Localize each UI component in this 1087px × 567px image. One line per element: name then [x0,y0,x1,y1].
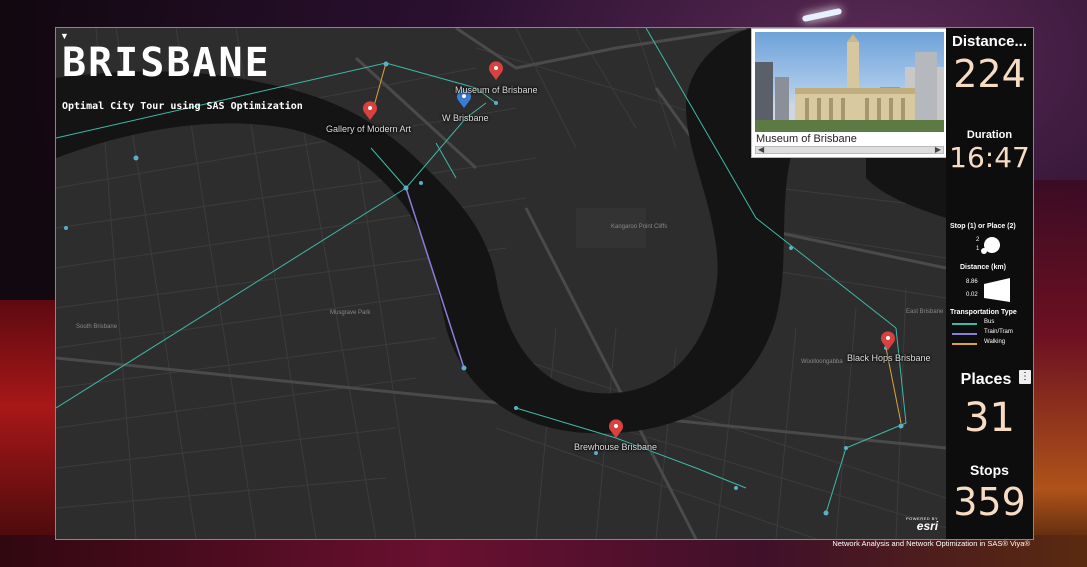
background-street-light [801,7,843,23]
legend-walking-line [952,343,977,345]
distance-label: Distance... [951,33,1028,50]
esri-name-text: esri [916,519,939,533]
legend-transport-heading: Transportation Type [950,309,1017,316]
museum-photo [755,32,944,132]
scroll-right-icon[interactable]: ▶ [935,145,941,154]
map-label-area1: South Brisbane [76,324,118,330]
places-menu-icon[interactable]: ⋮ [1019,370,1031,384]
legend-distance-heading: Distance (km) [960,264,1006,271]
legend-width-icon [984,278,1010,302]
photo-scrollbar[interactable]: ◀ ▶ [755,145,944,154]
map-label-park2: Kangaroo Point Cliffs [611,224,668,230]
legend-stop-place-heading: Stop (1) or Place (2) [950,223,1016,230]
legend-distance-max: 8.86 [966,279,978,285]
photo-panel: Museum of Brisbane ◀ ▶ [751,28,948,158]
legend-train-label: Train/Tram [984,329,1013,335]
legend-stop-place-value-1: 1 [976,246,980,252]
duration-value: 16:47 [949,141,1030,174]
stops-value: 359 [953,480,1026,524]
legend-train-line [952,333,977,335]
legend-size-circles-icon [981,237,1000,254]
legend-stop-place-value-2: 2 [976,237,980,243]
poi-label-museum: Museum of Brisbane [455,85,538,95]
places-label: Places [960,371,1012,388]
museum-pin-icon[interactable] [489,61,503,80]
map-label-area3: East Brisbane [906,309,944,315]
scroll-left-icon[interactable]: ◀ [758,145,764,154]
footer-caption: Network Analysis and Network Optimizatio… [832,539,1030,548]
city-map[interactable]: ▼ BRISBANE Optimal City Tour using SAS O… [56,28,948,539]
map-label-park1: Musgrave Park [330,310,371,316]
page-subtitle: Optimal City Tour using SAS Optimization [62,101,303,112]
background-city-lights-left [0,300,60,567]
places-value: 31 [964,395,1015,441]
poi-label-w-brisbane: W Brisbane [442,113,489,123]
dashboard-frame: ▼ BRISBANE Optimal City Tour using SAS O… [55,27,1034,540]
gallery-pin-icon[interactable] [363,101,377,120]
legend-bus-line [952,323,977,325]
legend-distance-min: 0.02 [966,292,978,298]
map-label-area2: Woolloongabba [801,359,843,365]
legend-walking-label: Walking [984,339,1006,345]
stats-sidebar: Distance... 224 Duration 16:47 Stop (1) … [946,28,1033,539]
stops-label: Stops [970,462,1009,478]
photo-caption: Museum of Brisbane [756,133,857,145]
duration-label: Duration [966,129,1013,141]
distance-value: 224 [953,52,1026,96]
esri-logo: POWERED BY esri [906,516,939,533]
poi-label-black-hops: Black Hops Brisbane [847,353,931,363]
poi-label-brewhouse: Brewhouse Brisbane [574,442,658,452]
black-hops-pin-icon[interactable] [881,331,895,350]
brewhouse-pin-icon[interactable] [609,419,623,438]
background-bridge-lights-right [1029,180,1087,567]
poi-label-gallery: Gallery of Modern Art [326,124,412,134]
legend-bus-label: Bus [984,319,995,325]
page-title: BRISBANE [62,40,271,86]
